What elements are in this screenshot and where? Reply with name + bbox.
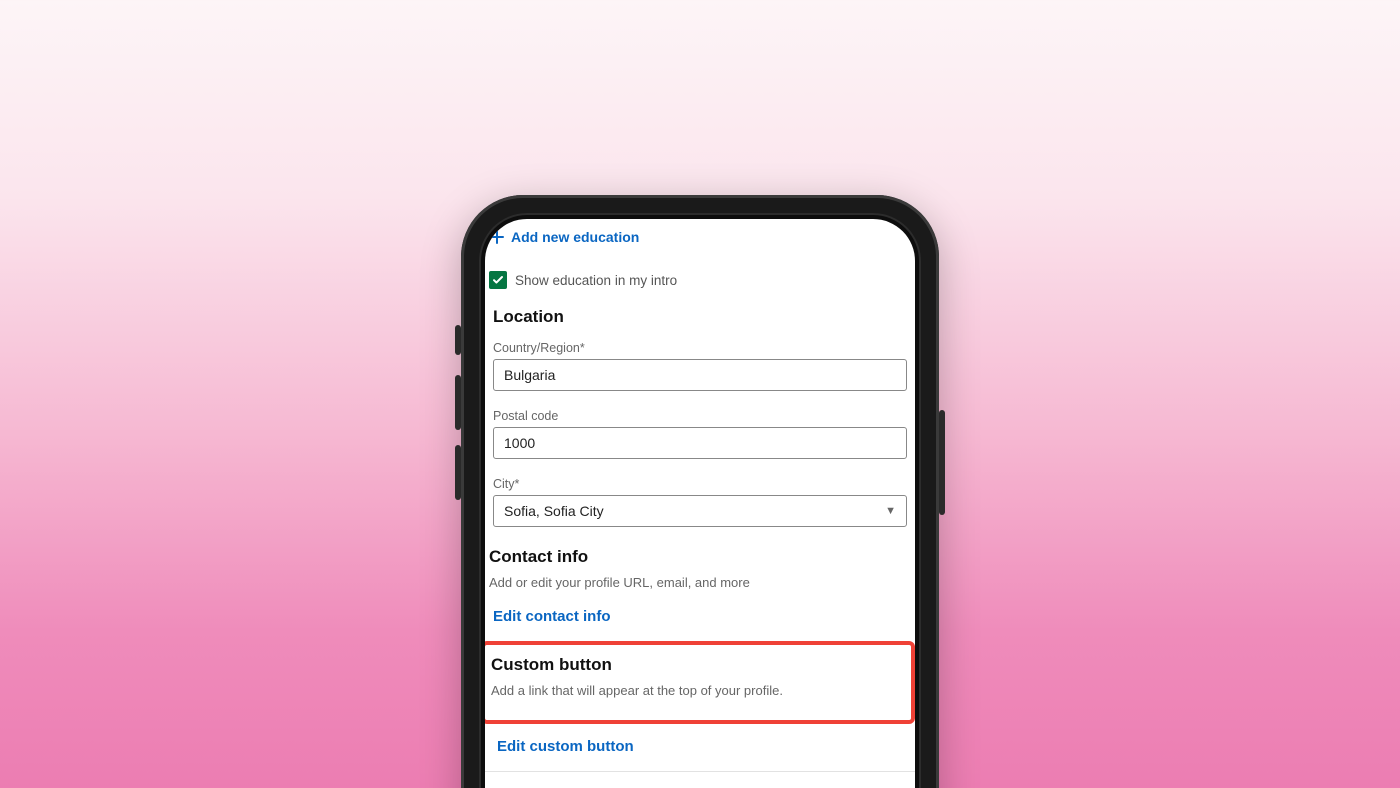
plus-icon: [489, 229, 505, 245]
country-region-value: Bulgaria: [504, 367, 555, 383]
custom-button-highlight: Custom button Add a link that will appea…: [485, 641, 915, 724]
checkbox-checked-icon[interactable]: [489, 271, 507, 289]
city-label: City*: [489, 469, 911, 495]
custom-button-section: Custom button Add a link that will appea…: [487, 655, 905, 702]
postal-code-value: 1000: [504, 435, 535, 451]
contact-info-heading: Contact info: [485, 547, 915, 573]
location-heading: Location: [489, 307, 911, 333]
add-education-label: Add new education: [511, 229, 639, 245]
phone-side-button: [455, 445, 461, 500]
country-region-label: Country/Region*: [489, 333, 911, 359]
edit-contact-info-link[interactable]: Edit contact info: [485, 594, 619, 641]
country-region-select[interactable]: Bulgaria: [493, 359, 907, 391]
city-select[interactable]: Sofia, Sofia City ▼: [493, 495, 907, 527]
phone-frame: Add new education Show education in my i…: [461, 195, 939, 788]
section-divider: [485, 771, 915, 772]
edit-custom-button-link[interactable]: Edit custom button: [485, 724, 642, 771]
postal-code-label: Postal code: [489, 401, 911, 427]
profile-edit-form: Add new education Show education in my i…: [485, 219, 915, 772]
postal-code-input[interactable]: 1000: [493, 427, 907, 459]
city-value: Sofia, Sofia City: [504, 503, 604, 519]
show-education-label: Show education in my intro: [515, 273, 677, 288]
phone-side-button: [939, 410, 945, 515]
phone-side-button: [455, 375, 461, 430]
chevron-down-icon: ▼: [885, 505, 896, 517]
contact-info-subtext: Add or edit your profile URL, email, and…: [485, 573, 915, 594]
phone-side-button: [455, 325, 461, 355]
contact-info-section: Contact info Add or edit your profile UR…: [485, 537, 915, 641]
custom-button-subtext: Add a link that will appear at the top o…: [487, 681, 905, 702]
show-education-checkbox-row[interactable]: Show education in my intro: [485, 253, 915, 307]
phone-screen: Add new education Show education in my i…: [485, 219, 915, 788]
phone-bezel: Add new education Show education in my i…: [479, 213, 921, 788]
location-section: Location Country/Region* Bulgaria Postal…: [485, 307, 915, 527]
custom-button-heading: Custom button: [487, 655, 905, 681]
add-new-education-link[interactable]: Add new education: [485, 219, 915, 253]
